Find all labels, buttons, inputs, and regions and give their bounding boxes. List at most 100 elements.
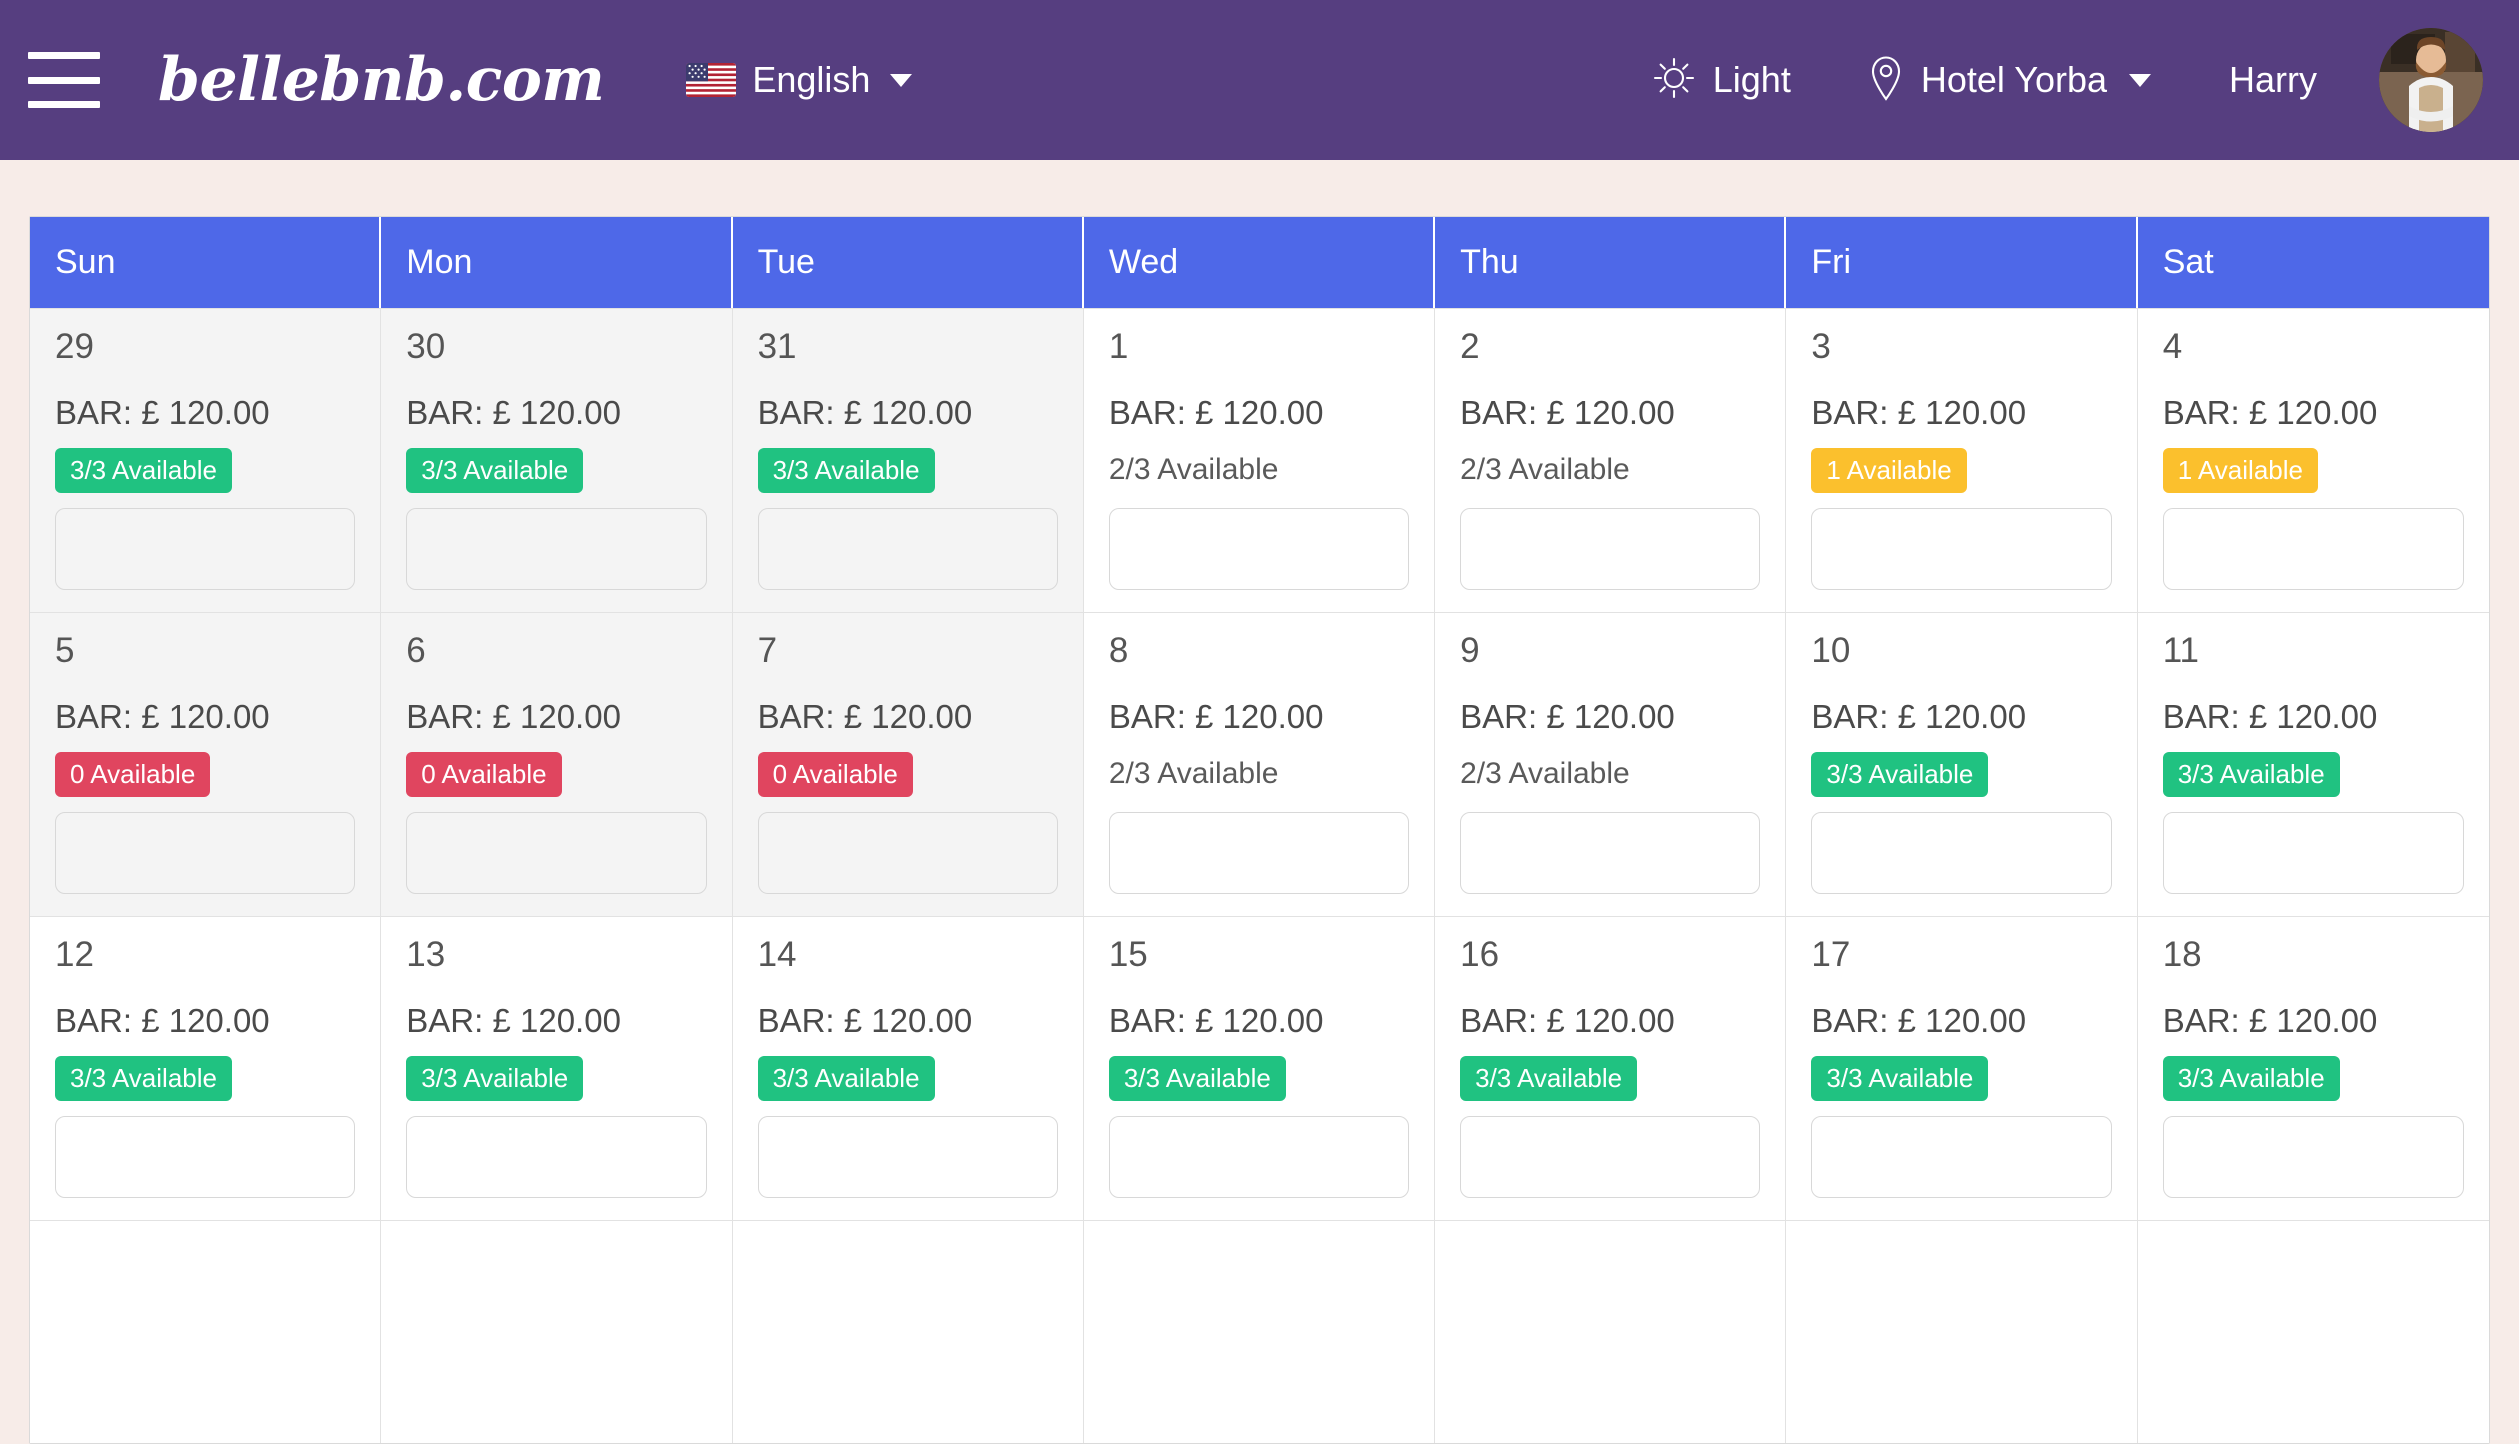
weekday-sat: Sat: [2137, 217, 2489, 308]
calendar-day-cell[interactable]: 14 BAR: £ 120.00 3/3 Available: [732, 916, 1084, 1220]
day-number: 8: [1108, 631, 1129, 670]
reservation-dropzone[interactable]: [1811, 508, 2112, 590]
reservation-dropzone[interactable]: [757, 812, 1058, 894]
calendar-day-cell[interactable]: 6 BAR: £ 120.00 0 Available: [381, 612, 733, 916]
availability-text: 2/3 Available: [1460, 757, 1630, 790]
reservation-dropzone[interactable]: [2162, 508, 2464, 590]
reservation-dropzone[interactable]: [1811, 1116, 2112, 1198]
reservation-dropzone[interactable]: [1460, 812, 1761, 894]
calendar-day-cell[interactable]: [30, 1220, 382, 1443]
calendar-day-cell[interactable]: 15 BAR: £ 120.00 3/3 Available: [1083, 916, 1436, 1220]
property-selector[interactable]: Hotel Yorba: [1869, 55, 2151, 106]
language-selector[interactable]: English: [686, 59, 913, 101]
availability-badge: 3/3 Available: [1811, 1055, 1989, 1101]
reservation-dropzone[interactable]: [1108, 508, 1410, 590]
user-menu[interactable]: Harry: [2229, 59, 2317, 101]
day-number: 14: [757, 935, 797, 974]
calendar-day-cell[interactable]: 7 BAR: £ 120.00 0 Available: [732, 612, 1084, 916]
reservation-dropzone[interactable]: [406, 812, 707, 894]
reservation-dropzone[interactable]: [1108, 1116, 1410, 1198]
availability-row: 3/3 Available: [1811, 1055, 2111, 1101]
reservation-dropzone[interactable]: [757, 508, 1058, 590]
brand-logo[interactable]: bellebnb.com: [158, 45, 605, 115]
calendar-day-cell[interactable]: 11 BAR: £ 120.00 3/3 Available: [2137, 612, 2489, 916]
bar-rate: BAR: £ 120.00: [757, 698, 973, 735]
theme-toggle[interactable]: Light: [1653, 57, 1791, 104]
calendar-weekday-header: Sun Mon Tue Wed Thu Fri Sat: [30, 217, 2489, 308]
reservation-dropzone[interactable]: [1460, 508, 1761, 590]
reservation-dropzone[interactable]: [406, 508, 707, 590]
bar-rate: BAR: £ 120.00: [1460, 1002, 1675, 1039]
reservation-dropzone[interactable]: [2162, 1116, 2464, 1198]
bar-rate: BAR: £ 120.00: [1811, 1002, 2027, 1039]
calendar-day-cell[interactable]: 31 BAR: £ 120.00 3/3 Available: [732, 308, 1084, 612]
availability-row: 0 Available: [757, 751, 1058, 797]
calendar-day-cell[interactable]: [381, 1220, 733, 1443]
calendar-day-cell[interactable]: 29 BAR: £ 120.00 3/3 Available: [30, 308, 382, 612]
calendar-day-cell[interactable]: [2137, 1220, 2489, 1443]
day-number: 5: [55, 631, 75, 670]
bar-rate: BAR: £ 120.00: [55, 698, 270, 735]
availability-badge: 3/3 Available: [406, 447, 584, 493]
bar-rate: BAR: £ 120.00: [2162, 698, 2378, 735]
calendar-day-cell[interactable]: 9 BAR: £ 120.00 2/3 Available: [1435, 612, 1787, 916]
availability-text: 2/3 Available: [1460, 453, 1630, 486]
day-number: 6: [406, 631, 426, 670]
calendar-day-cell[interactable]: [1083, 1220, 1436, 1443]
reservation-dropzone[interactable]: [55, 1116, 356, 1198]
calendar-day-cell[interactable]: 10 BAR: £ 120.00 3/3 Available: [1786, 612, 2138, 916]
calendar-day-cell[interactable]: 1 BAR: £ 120.00 2/3 Available: [1083, 308, 1436, 612]
property-label: Hotel Yorba: [1920, 59, 2107, 100]
bar-rate: BAR: £ 120.00: [1460, 394, 1675, 431]
calendar-day-cell[interactable]: 5 BAR: £ 120.00 0 Available: [30, 612, 382, 916]
availability-badge: 0 Available: [757, 751, 913, 797]
availability-badge: 3/3 Available: [406, 1055, 584, 1101]
calendar-day-cell[interactable]: 3 BAR: £ 120.00 1 Available: [1786, 308, 2138, 612]
bar-rate: BAR: £ 120.00: [55, 394, 270, 431]
availability-row: 2/3 Available: [1109, 447, 1409, 493]
calendar-day-cell[interactable]: 16 BAR: £ 120.00 3/3 Available: [1435, 916, 1787, 1220]
calendar-body: 29 BAR: £ 120.00 3/3 Available 30 BAR: £ 120…: [30, 308, 2489, 1443]
reservation-dropzone[interactable]: [757, 1116, 1058, 1198]
calendar-day-cell[interactable]: 4 BAR: £ 120.00 1 Available: [2137, 308, 2489, 612]
availability-badge: 1 Available: [1811, 447, 1967, 493]
calendar-day-cell[interactable]: 2 BAR: £ 120.00 2/3 Available: [1435, 308, 1787, 612]
availability-badge: 3/3 Available: [55, 447, 232, 493]
calendar-day-cell[interactable]: 12 BAR: £ 120.00 3/3 Available: [30, 916, 382, 1220]
bar-rate: BAR: £ 120.00: [757, 1002, 973, 1039]
calendar-day-cell[interactable]: [732, 1220, 1084, 1443]
availability-row: 3/3 Available: [757, 447, 1058, 493]
availability-badge: 1 Available: [2162, 447, 2318, 493]
availability-row: 2/3 Available: [1460, 751, 1760, 797]
hamburger-bar: [28, 101, 100, 108]
availability-badge: 3/3 Available: [1811, 751, 1989, 797]
day-number: 1: [1108, 327, 1129, 366]
day-number: 31: [757, 327, 797, 366]
bar-rate: BAR: £ 120.00: [1811, 698, 2027, 735]
calendar-day-cell[interactable]: 13 BAR: £ 120.00 3/3 Available: [381, 916, 733, 1220]
calendar-day-cell[interactable]: 30 BAR: £ 120.00 3/3 Available: [381, 308, 733, 612]
availability-badge: 3/3 Available: [55, 1055, 232, 1101]
calendar-day-cell[interactable]: 17 BAR: £ 120.00 3/3 Available: [1786, 916, 2138, 1220]
day-number: 11: [2162, 631, 2200, 670]
calendar-week-row: [30, 1220, 2489, 1443]
reservation-dropzone[interactable]: [1108, 812, 1410, 894]
reservation-dropzone[interactable]: [1811, 812, 2112, 894]
weekday-row: Sun Mon Tue Wed Thu Fri Sat: [30, 217, 2489, 308]
reservation-dropzone[interactable]: [55, 812, 356, 894]
day-number: 29: [55, 327, 94, 366]
availability-row: 3/3 Available: [757, 1055, 1058, 1101]
calendar-day-cell[interactable]: [1786, 1220, 2138, 1443]
calendar-day-cell[interactable]: [1435, 1220, 1787, 1443]
reservation-dropzone[interactable]: [2162, 812, 2464, 894]
availability-row: 3/3 Available: [406, 1055, 706, 1101]
calendar-day-cell[interactable]: 18 BAR: £ 120.00 3/3 Available: [2137, 916, 2489, 1220]
calendar-day-cell[interactable]: 8 BAR: £ 120.00 2/3 Available: [1083, 612, 1436, 916]
bar-rate: BAR: £ 120.00: [2162, 394, 2378, 431]
reservation-dropzone[interactable]: [55, 508, 356, 590]
avatar[interactable]: [2379, 28, 2483, 132]
availability-row: 3/3 Available: [55, 1055, 355, 1101]
reservation-dropzone[interactable]: [406, 1116, 707, 1198]
reservation-dropzone[interactable]: [1460, 1116, 1761, 1198]
hamburger-icon[interactable]: [28, 52, 100, 108]
